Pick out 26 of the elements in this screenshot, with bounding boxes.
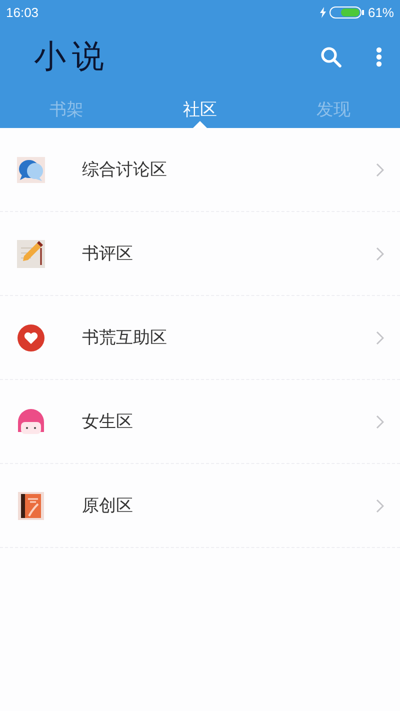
charging-icon — [320, 6, 326, 18]
section-row[interactable]: 女生区 — [0, 380, 400, 464]
section-label: 书评区 — [82, 243, 133, 265]
pencil-icon — [17, 240, 45, 268]
app-title: 小说 — [34, 36, 110, 77]
section-label: 女生区 — [82, 411, 133, 433]
girl-face-icon — [16, 408, 46, 436]
search-icon[interactable] — [320, 46, 342, 68]
chat-bubbles-icon — [17, 156, 45, 182]
chevron-icon — [376, 246, 384, 260]
battery-percent: 61% — [368, 4, 394, 20]
section-label: 书荒互助区 — [82, 327, 167, 349]
section-row[interactable]: 书评区 — [0, 212, 400, 296]
section-row[interactable]: 原创区 — [0, 464, 400, 548]
status-time: 16:03 — [6, 4, 39, 20]
more-icon[interactable] — [376, 47, 382, 67]
chevron-icon — [376, 162, 384, 176]
chevron-icon — [376, 330, 384, 344]
chevron-icon — [376, 414, 384, 428]
section-row[interactable]: 书荒互助区 — [0, 296, 400, 380]
section-row[interactable]: 综合讨论区 — [0, 128, 400, 212]
section-label: 综合讨论区 — [82, 159, 167, 181]
chevron-icon — [376, 498, 384, 512]
battery-icon — [328, 6, 365, 18]
section-label: 原创区 — [82, 495, 133, 517]
book-icon — [18, 492, 44, 520]
